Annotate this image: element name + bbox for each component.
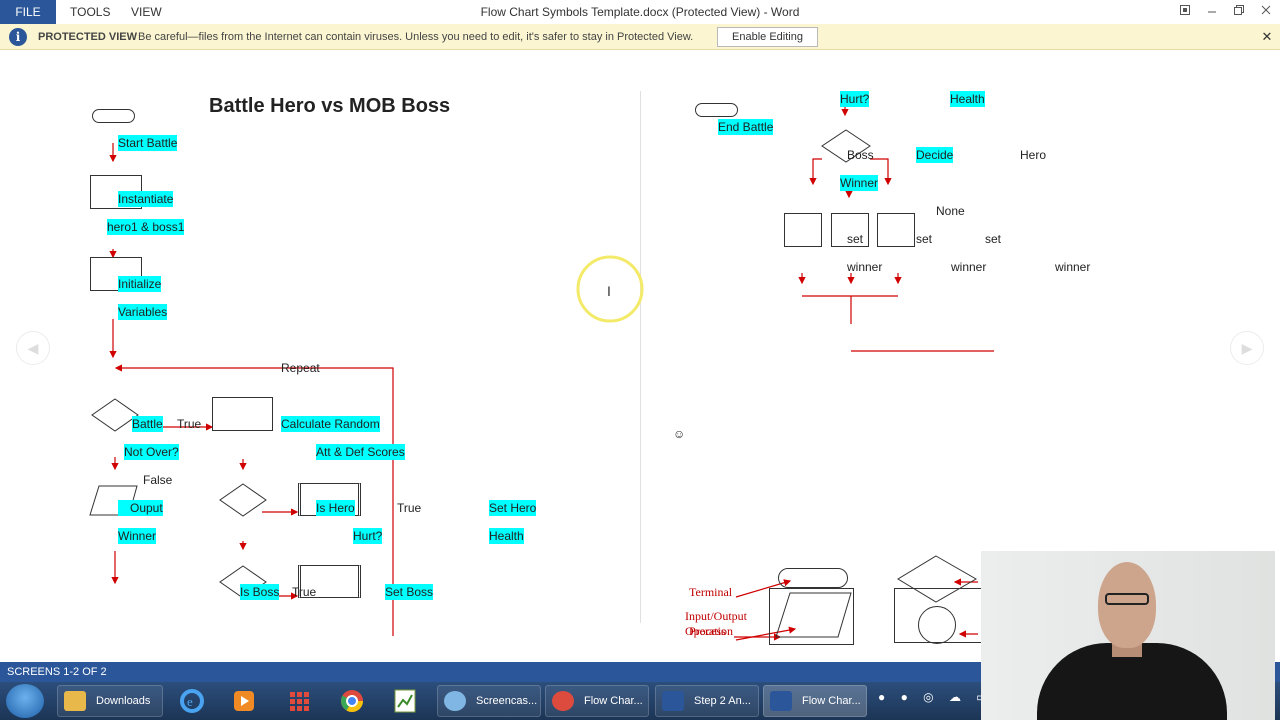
menu-file[interactable]: FILE: [0, 0, 56, 24]
terminal-start: [92, 109, 135, 123]
label-not-over: Not Over?: [124, 444, 179, 460]
media-player-icon[interactable]: [222, 685, 266, 717]
label-winner: Winner: [118, 528, 157, 544]
spreadsheet-icon[interactable]: [383, 685, 427, 717]
taskbar-item-chrome-flowchart[interactable]: Flow Char...: [545, 685, 649, 717]
taskbar-item-screencast[interactable]: Screencas...: [437, 685, 541, 717]
taskbar-item-word-flowchart[interactable]: Flow Char...: [763, 685, 867, 717]
word-icon: [770, 691, 792, 711]
legend-terminal-shape: [778, 568, 848, 588]
label-hero: Hero: [1020, 148, 1047, 162]
label-true-1: True: [177, 417, 202, 431]
legend-process-label: Process: [689, 624, 726, 638]
presenter-head: [1098, 562, 1156, 648]
document-title: Flow Chart Symbols Template.docx (Protec…: [480, 5, 800, 19]
label-set-hero: Set Hero: [489, 500, 537, 516]
label-none: None: [936, 204, 965, 218]
svg-text:e: e: [187, 694, 193, 709]
label-start-battle: Start Battle: [118, 135, 178, 151]
label-winner-3: winner: [1055, 260, 1091, 274]
word-icon: [662, 691, 684, 711]
word-window: FILE TOOLS VIEW Flow Chart Symbols Templ…: [0, 0, 1280, 720]
decision-diamond-hero: [219, 483, 267, 517]
fullscreen-icon[interactable]: [1174, 2, 1196, 22]
protected-view-title: PROTECTED VIEW: [38, 31, 138, 43]
chrome-icon[interactable]: [330, 685, 374, 717]
smiley-icon: ☺: [673, 427, 686, 441]
label-true-2: True: [397, 501, 422, 515]
label-health-1: Health: [489, 528, 524, 544]
label-set-2: set: [916, 232, 933, 246]
label-hurt-2: Hurt?: [840, 91, 870, 107]
minimize-icon[interactable]: [1201, 2, 1223, 22]
label-ouput: Ouput: [118, 500, 163, 516]
label-winner-2: winner: [951, 260, 987, 274]
internet-explorer-icon[interactable]: e: [170, 685, 214, 717]
label-is-hero: Is Hero: [316, 500, 355, 516]
label-battle: Battle: [132, 416, 163, 432]
label-set-1: set: [847, 232, 864, 246]
process-set-winner-1: [784, 213, 822, 247]
process-set-winner-3: [877, 213, 915, 247]
glasses-icon: [1105, 593, 1149, 605]
protected-view-message: Be careful—files from the Internet can c…: [138, 31, 694, 43]
label-winner-1: winner: [847, 260, 883, 274]
title-bar: FILE TOOLS VIEW Flow Chart Symbols Templ…: [0, 0, 1280, 24]
menu-tools[interactable]: TOOLS: [70, 0, 110, 24]
screencast-icon: [444, 691, 466, 711]
webcam-overlay: [981, 551, 1275, 720]
label-att-def: Att & Def Scores: [316, 444, 405, 460]
label-instantiate: Instantiate: [118, 191, 174, 207]
info-shield-icon: i: [9, 28, 27, 46]
label-winner-decide: Winner: [840, 175, 879, 191]
legend-process-shape: [769, 588, 854, 645]
text-cursor-icon: I: [607, 283, 611, 299]
label-set-boss: Set Boss: [385, 584, 434, 600]
system-tray[interactable]: ● ● ◎ ☁ ▭: [878, 690, 994, 704]
enable-editing-button[interactable]: Enable Editing: [717, 27, 818, 47]
label-initialize: Initialize: [118, 276, 162, 292]
close-icon[interactable]: [1255, 2, 1277, 22]
legend-io-label: Input/Output: [685, 609, 747, 623]
label-end-battle: End Battle: [718, 119, 774, 135]
label-true-3: True: [292, 585, 317, 599]
label-set-3: set: [985, 232, 1002, 246]
protected-view-bar: i PROTECTED VIEW Be careful—files from t…: [0, 24, 1280, 50]
windows-start-icon[interactable]: [6, 684, 44, 718]
label-variables: Variables: [118, 304, 168, 320]
process-calculate: [212, 397, 273, 431]
label-is-boss: Is Boss: [240, 584, 280, 600]
label-boss: Boss: [847, 148, 874, 162]
document-heading: Battle Hero vs MOB Boss: [209, 95, 451, 117]
protected-bar-close-icon[interactable]: ✕: [1259, 27, 1275, 47]
label-hero-boss: hero1 & boss1: [107, 219, 185, 235]
chrome-window-icon: [552, 691, 574, 711]
label-repeat: Repeat: [281, 361, 320, 375]
taskbar-item-downloads[interactable]: Downloads: [57, 685, 163, 717]
restore-icon[interactable]: [1228, 2, 1250, 22]
label-calc-random: Calculate Random: [281, 416, 380, 432]
label-decide: Decide: [916, 147, 954, 163]
label-hurt-1: Hurt?: [353, 528, 383, 544]
menu-view[interactable]: VIEW: [131, 0, 162, 24]
legend-connector-shape: [918, 606, 956, 644]
label-false: False: [143, 473, 173, 487]
taskbar-item-word-step2[interactable]: Step 2 An...: [655, 685, 759, 717]
label-health-2: Health: [950, 91, 985, 107]
legend-terminal-label: Terminal: [689, 585, 733, 599]
apps-grid-icon[interactable]: [277, 685, 321, 717]
folder-icon: [64, 691, 86, 711]
terminal-end: [695, 103, 738, 117]
